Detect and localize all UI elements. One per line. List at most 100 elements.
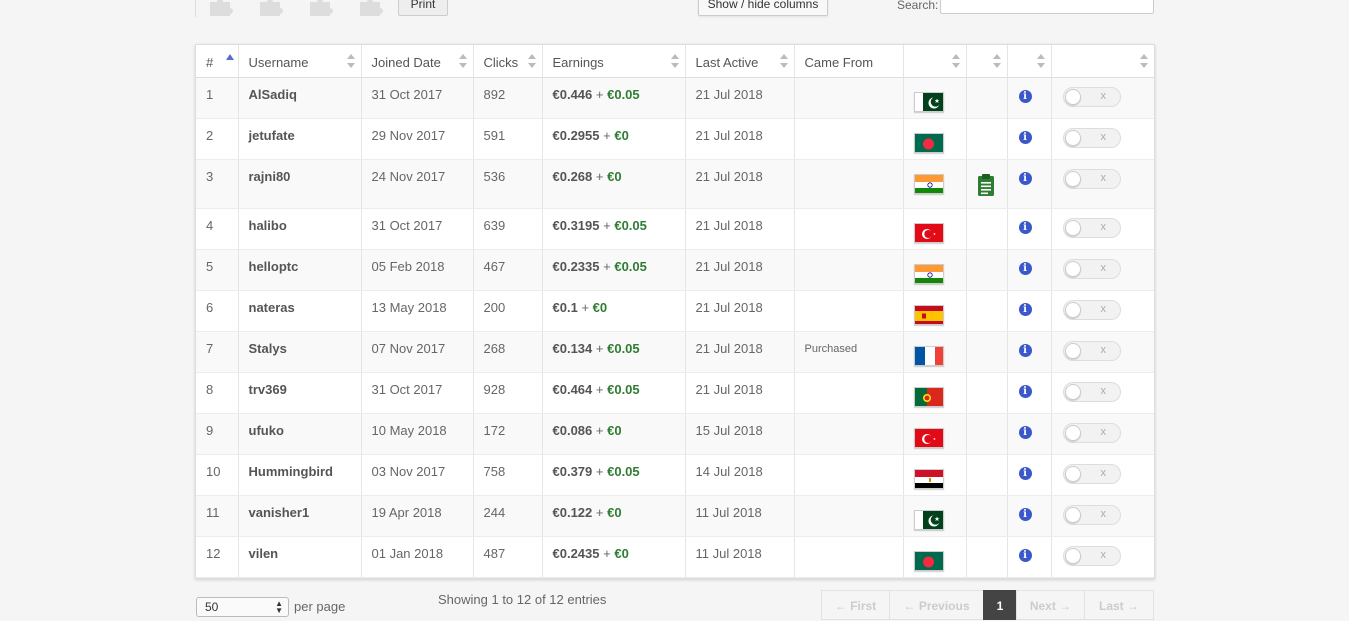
col-header-joined-date[interactable]: Joined Date (361, 45, 474, 78)
col-header-username[interactable]: Username (238, 45, 362, 78)
cell-clicks: 467 (473, 249, 543, 291)
cell-joined-date: 03 Nov 2017 (361, 454, 474, 496)
info-icon[interactable]: i (1018, 220, 1032, 234)
cell-status: x (1051, 536, 1154, 578)
cell-info: i (1007, 249, 1052, 291)
puzzle-icon[interactable] (308, 0, 336, 16)
cell-username[interactable]: Hummingbird (238, 454, 362, 496)
cell-username[interactable]: AlSadiq (238, 77, 362, 119)
cell-notes (966, 249, 1008, 291)
cell-info: i (1007, 536, 1052, 578)
toggle-knob (1064, 383, 1081, 400)
cell-last-active: 21 Jul 2018 (685, 118, 795, 160)
cell-username[interactable]: jetufate (238, 118, 362, 160)
info-icon[interactable]: i (1018, 261, 1032, 275)
sort-asc-icon (225, 54, 234, 60)
table-row: 9 ufuko 10 May 2018 172 €0.086 + €0 15 Jul 20… (196, 413, 1154, 455)
table-footer: 50 ▲ ▼ per page Showing 1 to 12 of 12 ent… (195, 590, 1155, 620)
status-toggle[interactable]: x (1062, 168, 1121, 189)
info-icon[interactable]: i (1018, 466, 1032, 480)
col-header-last-active[interactable]: Last Active (685, 45, 795, 78)
cell-username[interactable]: helloptc (238, 249, 362, 291)
col-header-info[interactable] (1007, 45, 1052, 78)
status-toggle[interactable]: x (1062, 217, 1121, 238)
cell-status: x (1051, 372, 1154, 414)
col-header-came-from[interactable]: Came From (794, 45, 904, 78)
info-icon[interactable]: i (1018, 302, 1032, 316)
cell-username[interactable]: rajni80 (238, 159, 362, 209)
status-toggle[interactable]: x (1062, 299, 1121, 320)
earnings-bonus: €0.05 (614, 258, 647, 274)
cell-earnings: €0.3195 + €0.05 (542, 208, 686, 250)
show-hide-columns-button[interactable]: Show / hide columns (698, 0, 828, 16)
col-header-status[interactable] (1051, 45, 1154, 78)
cell-username[interactable]: trv369 (238, 372, 362, 414)
col-header-country[interactable] (903, 45, 967, 78)
status-toggle[interactable]: x (1062, 258, 1121, 279)
search-label: Search: (897, 0, 939, 12)
search-input[interactable] (940, 0, 1154, 14)
info-icon[interactable]: i (1018, 384, 1032, 398)
info-icon[interactable]: i (1018, 507, 1032, 521)
status-toggle[interactable]: x (1062, 86, 1121, 107)
cell-clicks: 172 (473, 413, 543, 455)
cell-last-active: 21 Jul 2018 (685, 372, 795, 414)
info-icon[interactable]: i (1018, 89, 1032, 103)
table-body: 1 AlSadiq 31 Oct 2017 892 €0.446 + €0.05 21 J… (196, 77, 1154, 578)
cell-status: x (1051, 413, 1154, 455)
cell-username[interactable]: vilen (238, 536, 362, 578)
status-toggle[interactable]: x (1062, 504, 1121, 525)
print-button[interactable]: Print (398, 0, 448, 16)
toggle-x-label: x (1100, 89, 1107, 102)
puzzle-icon[interactable] (358, 0, 386, 16)
clipboard-icon[interactable] (977, 173, 995, 197)
cell-info: i (1007, 208, 1052, 250)
table-row: 12 vilen 01 Jan 2018 487 €0.2435 + €0 11 Jul … (196, 536, 1154, 578)
earnings-bonus: €0.05 (607, 463, 640, 479)
pager-first[interactable]: ← First (821, 590, 890, 620)
status-toggle[interactable]: x (1062, 381, 1121, 402)
earnings-main: €0.2955 (552, 127, 600, 143)
col-header-number[interactable]: # (196, 45, 239, 78)
col-header-earnings[interactable]: Earnings (542, 45, 686, 78)
cell-notes (966, 208, 1008, 250)
info-icon[interactable]: i (1018, 130, 1032, 144)
info-icon[interactable]: i (1018, 425, 1032, 439)
cell-username[interactable]: Stalys (238, 331, 362, 373)
col-header-clicks[interactable]: Clicks (473, 45, 543, 78)
info-icon[interactable]: i (1018, 548, 1032, 562)
pager-previous[interactable]: ← Previous (889, 590, 984, 620)
status-toggle[interactable]: x (1062, 422, 1121, 443)
cell-notes (966, 77, 1008, 119)
info-icon[interactable]: i (1018, 343, 1032, 357)
bangladesh-flag-icon (913, 550, 944, 571)
cell-notes (966, 454, 1008, 496)
cell-info: i (1007, 77, 1052, 119)
status-toggle[interactable]: x (1062, 340, 1121, 361)
pager-next[interactable]: Next → (1016, 590, 1085, 620)
info-icon[interactable]: i (1018, 171, 1032, 185)
toggle-knob (1064, 170, 1081, 187)
per-page-select[interactable]: 50 ▲ ▼ (196, 597, 289, 617)
cell-username[interactable]: vanisher1 (238, 495, 362, 537)
earnings-main: €0.268 (552, 168, 593, 184)
cell-info: i (1007, 159, 1052, 209)
cell-clicks: 536 (473, 159, 543, 209)
pager-last[interactable]: Last → (1084, 590, 1154, 620)
col-header-notes[interactable] (966, 45, 1008, 78)
cell-came-from (794, 249, 904, 291)
per-page-label: per page (294, 599, 346, 614)
cell-username[interactable]: nateras (238, 290, 362, 332)
status-toggle[interactable]: x (1062, 545, 1121, 566)
status-toggle[interactable]: x (1062, 127, 1121, 148)
status-toggle[interactable]: x (1062, 463, 1121, 484)
cell-status: x (1051, 290, 1154, 332)
earnings-main: €0.122 (552, 504, 593, 520)
puzzle-icon[interactable] (258, 0, 286, 16)
cell-clicks: 591 (473, 118, 543, 160)
pager-page-1[interactable]: 1 (983, 590, 1017, 620)
cell-username[interactable]: ufuko (238, 413, 362, 455)
cell-username[interactable]: halibo (238, 208, 362, 250)
earnings-bonus: €0 (614, 545, 629, 561)
puzzle-icon[interactable] (208, 0, 236, 16)
